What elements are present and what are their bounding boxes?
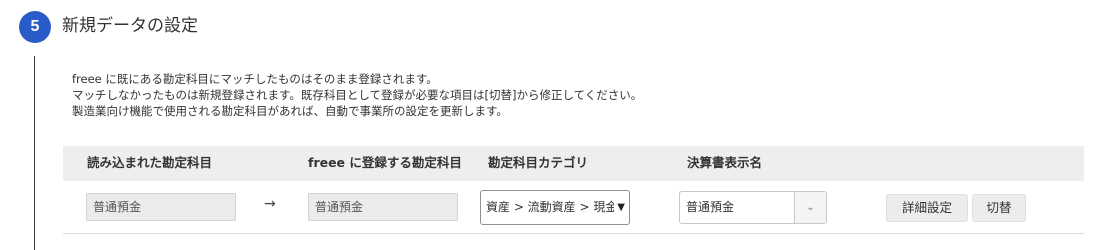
- header-freee-account: freee に登録する勘定科目: [308, 155, 462, 170]
- header-account-category: 勘定科目カテゴリ: [488, 155, 589, 170]
- arrow-right-icon: →: [264, 196, 276, 212]
- detail-settings-button[interactable]: 詳細設定: [886, 194, 968, 222]
- switch-button[interactable]: 切替: [972, 194, 1026, 222]
- description-line-2: マッチしなかったものは新規登録されます。既存科目として登録が必要な項目は[切替]…: [72, 88, 643, 102]
- row-divider: [63, 233, 1084, 234]
- chevron-down-icon[interactable]: ⌄: [794, 192, 826, 223]
- section-title: 新規データの設定: [62, 16, 198, 36]
- header-display-name: 決算書表示名: [687, 155, 763, 170]
- freee-account-field: 普通預金: [308, 193, 458, 221]
- step-number-badge: 5: [19, 11, 51, 43]
- description-line-1: freee に既にある勘定科目にマッチしたものはそのまま登録されます。: [72, 72, 438, 86]
- description: freee に既にある勘定科目にマッチしたものはそのまま登録されます。 マッチし…: [72, 71, 642, 119]
- chevron-down-icon: ▼: [617, 202, 625, 213]
- account-category-select[interactable]: 資産 > 流動資産 > 現金 ▼: [480, 190, 630, 225]
- account-category-value: 資産 > 流動資産 > 現金: [486, 200, 614, 214]
- table-header: 読み込まれた勘定科目 freee に登録する勘定科目 勘定科目カテゴリ 決算書表…: [63, 146, 1084, 181]
- display-name-value[interactable]: 普通預金: [686, 192, 734, 223]
- imported-account-field: 普通預金: [86, 193, 236, 221]
- display-name-combobox[interactable]: 普通預金 ⌄: [679, 191, 827, 224]
- description-line-3: 製造業向け機能で使用される勘定科目があれば、自動で事業所の設定を更新します。: [72, 104, 508, 118]
- timeline-line: [34, 56, 35, 250]
- header-imported-account: 読み込まれた勘定科目: [87, 155, 213, 170]
